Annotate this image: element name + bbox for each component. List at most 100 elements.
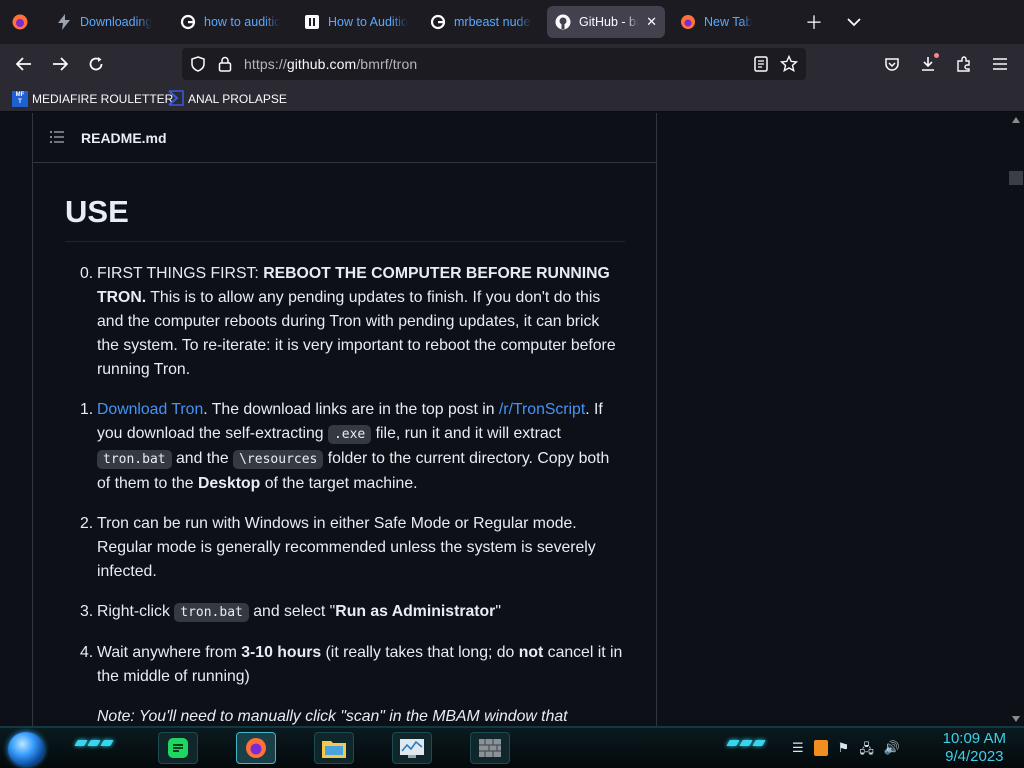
google-icon bbox=[430, 14, 446, 30]
firefox-icon bbox=[680, 14, 696, 30]
bookmark-star-icon[interactable] bbox=[779, 54, 799, 78]
action-center-flag-icon[interactable]: ⚑ bbox=[838, 740, 850, 762]
download-tron-link[interactable]: Download Tron bbox=[97, 401, 203, 418]
tab-how-to-auditio[interactable]: How to Auditio bbox=[296, 6, 416, 38]
steps-list: 0. FIRST THINGS FIRST: REBOOT THE COMPUT… bbox=[65, 262, 625, 726]
tronscript-subreddit-link[interactable]: /r/TronScript bbox=[499, 401, 585, 418]
volume-speaker-icon[interactable]: 🔊 bbox=[884, 740, 900, 762]
step-bold-text: Desktop bbox=[197, 474, 261, 492]
url-path: /bmrf/tron bbox=[356, 56, 418, 72]
list-item: 3. Right-click tron.bat and select "Run … bbox=[65, 600, 625, 625]
tab-github[interactable]: GitHub - bmrf ✕ bbox=[547, 6, 665, 38]
list-number: 1. bbox=[80, 400, 94, 418]
page-viewport: README.md USE 0. FIRST THINGS FIRST: REB… bbox=[0, 113, 1024, 726]
system-tray: ☰ ⚑ 🖧 🔊 bbox=[792, 740, 900, 762]
taskbar-decoration bbox=[726, 740, 766, 748]
step-bold-text: Run as Administrator bbox=[335, 602, 496, 620]
close-tab-icon[interactable]: ✕ bbox=[646, 14, 657, 30]
taskbar-firewall-icon[interactable] bbox=[470, 732, 510, 764]
hamburger-menu-icon[interactable] bbox=[988, 52, 1012, 76]
bookmark-anal-prolapse[interactable]: ANAL PROLAPSE bbox=[168, 89, 287, 109]
clock-date: 9/4/2023 bbox=[945, 748, 1004, 765]
show-hidden-icons-icon[interactable]: ☰ bbox=[792, 740, 804, 762]
tab-label: how to audition bbox=[204, 15, 280, 29]
firefox-menu-icon[interactable] bbox=[8, 10, 32, 34]
pocket-icon[interactable] bbox=[880, 52, 904, 76]
bookmarks-toolbar: MF T MEDIAFIRE ROULETTER ANAL PROLAPSE bbox=[0, 84, 1024, 112]
tab-label: New Tab bbox=[704, 15, 753, 29]
tab-label: Downloading C bbox=[80, 15, 152, 29]
tab-label: GitHub - bmrf bbox=[579, 15, 638, 29]
site-icon bbox=[304, 14, 320, 30]
bookmark-favicon-icon bbox=[168, 89, 184, 109]
step-bold-text: not bbox=[518, 643, 544, 661]
list-item: 1. Download Tron. The download links are… bbox=[65, 398, 625, 496]
step-bold-text: 3-10 hours bbox=[241, 643, 322, 661]
list-number: 3. bbox=[80, 602, 94, 620]
downloads-icon[interactable] bbox=[916, 52, 940, 76]
step-text: This is to allow any pending updates to … bbox=[97, 288, 616, 378]
step-text: . The download links are in the top post… bbox=[203, 400, 499, 418]
bookmark-mediafire-rouletter[interactable]: MF T MEDIAFIRE ROULETTER bbox=[12, 90, 173, 108]
inline-code: tron.bat bbox=[174, 602, 249, 622]
inline-code: .exe bbox=[327, 424, 372, 444]
taskbar-clock[interactable]: 10:09 AM 9/4/2023 bbox=[943, 730, 1006, 766]
taskbar-notes-app-icon[interactable] bbox=[158, 732, 198, 764]
forward-arrow-icon[interactable] bbox=[48, 52, 72, 76]
mediafire-favicon-icon: MF T bbox=[12, 91, 28, 107]
sublime-tray-icon[interactable] bbox=[813, 740, 828, 756]
reload-icon[interactable] bbox=[84, 52, 108, 76]
list-number: 4. bbox=[80, 643, 94, 661]
url-bar[interactable]: https://github.com/bmrf/tron bbox=[182, 48, 806, 80]
list-item: 2. Tron can be run with Windows in eithe… bbox=[65, 512, 625, 584]
inline-code: \resources bbox=[233, 449, 324, 469]
step-text: and the bbox=[171, 449, 234, 467]
scroll-down-arrow-icon[interactable] bbox=[1012, 716, 1020, 722]
downloads-badge bbox=[934, 53, 939, 58]
network-icon[interactable]: 🖧 bbox=[859, 740, 874, 762]
extensions-puzzle-icon[interactable] bbox=[952, 52, 976, 76]
google-icon bbox=[180, 14, 196, 30]
outline-list-icon[interactable] bbox=[49, 130, 65, 149]
tab-new-tab[interactable]: New Tab bbox=[672, 6, 782, 38]
tab-how-to-audition[interactable]: how to audition bbox=[172, 6, 288, 38]
list-item: 0. FIRST THINGS FIRST: REBOOT THE COMPUT… bbox=[65, 262, 625, 382]
taskbar-decoration bbox=[74, 740, 114, 748]
step-text: of the target machine. bbox=[260, 474, 418, 492]
taskbar-firefox-icon[interactable] bbox=[236, 732, 276, 764]
tab-label: How to Auditio bbox=[328, 15, 408, 29]
step-text: file, run it and it will extract bbox=[371, 424, 561, 442]
start-button-orb[interactable] bbox=[8, 732, 44, 766]
reader-view-icon[interactable] bbox=[754, 56, 768, 77]
step-text: FIRST THINGS FIRST: bbox=[97, 264, 264, 282]
taskbar-file-explorer-icon[interactable] bbox=[314, 732, 354, 764]
clock-time: 10:09 AM bbox=[942, 730, 1006, 747]
bolt-icon bbox=[56, 14, 72, 30]
tab-label: mrbeast nudes bbox=[454, 15, 532, 29]
list-all-tabs-chevron-icon[interactable] bbox=[842, 10, 866, 34]
list-number: 0. bbox=[80, 264, 94, 282]
step-text: (it really takes that long; do bbox=[321, 643, 519, 661]
step-text: and select " bbox=[248, 602, 336, 620]
windows-taskbar: ☰ ⚑ 🖧 🔊 10:09 AM 9/4/2023 bbox=[0, 726, 1024, 768]
scroll-up-arrow-icon[interactable] bbox=[1012, 117, 1020, 123]
github-icon bbox=[555, 14, 571, 30]
taskbar-resource-monitor-icon[interactable] bbox=[392, 732, 432, 764]
list-item: 4. Wait anywhere from 3-10 hours (it rea… bbox=[65, 641, 625, 726]
readme-box: README.md USE 0. FIRST THINGS FIRST: REB… bbox=[32, 113, 657, 726]
tab-downloading[interactable]: Downloading C bbox=[48, 6, 160, 38]
back-arrow-icon[interactable] bbox=[12, 52, 36, 76]
tab-search[interactable]: mrbeast nudes bbox=[422, 6, 540, 38]
step-text: Right-click bbox=[97, 602, 175, 620]
scrollbar-thumb[interactable] bbox=[1009, 171, 1023, 185]
bookmark-label: MEDIAFIRE ROULETTER bbox=[32, 92, 174, 106]
url-scheme: https:// bbox=[244, 56, 287, 72]
readme-file-title[interactable]: README.md bbox=[81, 130, 167, 146]
padlock-icon[interactable] bbox=[218, 56, 232, 77]
step-note: Note: You'll need to manually click "sca… bbox=[97, 707, 568, 725]
tracking-protection-shield-icon[interactable] bbox=[190, 56, 206, 77]
step-text: Wait anywhere from bbox=[97, 643, 242, 661]
new-tab-plus-icon[interactable]: ＋ bbox=[802, 10, 826, 34]
url-text[interactable]: https://github.com/bmrf/tron bbox=[244, 56, 417, 72]
page-scrollbar[interactable] bbox=[1008, 113, 1024, 726]
